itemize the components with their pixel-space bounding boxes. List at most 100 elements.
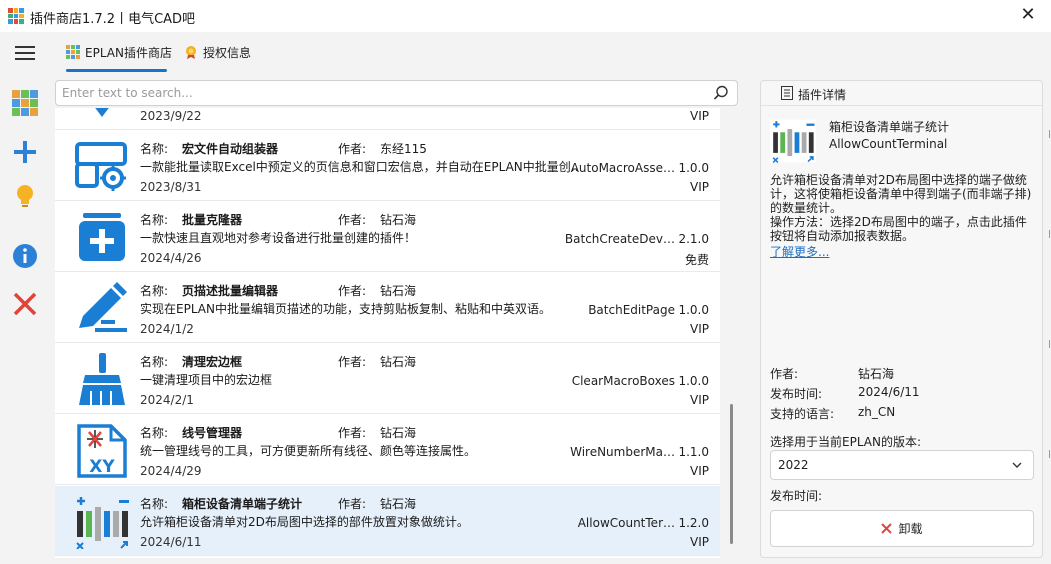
info-icon[interactable] — [11, 242, 39, 270]
author-label: 作者: — [338, 426, 367, 440]
pen-edit-icon — [79, 282, 127, 332]
plugin-version: 2.1.0 — [678, 232, 709, 246]
download-arrow-icon — [95, 108, 109, 117]
learn-more-link[interactable]: 了解更多... — [770, 243, 829, 260]
detail-plugin-class: AllowCountTerminal — [829, 137, 948, 151]
plugin-date: 2024/4/26 — [140, 251, 202, 265]
plugin-row[interactable]: 名称: 宏文件自动组装器 作者: 东经115 一款能批量读取Excel中预定义的… — [55, 131, 720, 201]
plugin-author: 钻石海 — [380, 213, 417, 227]
plugin-license: 免费 — [684, 253, 709, 267]
active-tab-indicator — [66, 69, 167, 72]
broom-icon — [79, 353, 125, 405]
tab-plugin-store[interactable]: EPLAN插件商店 — [66, 32, 172, 72]
plugin-version: 1.0.0 — [678, 161, 709, 175]
plugin-class: ClearMacroBoxes — [571, 374, 675, 388]
plugin-store-icon[interactable] — [11, 89, 39, 117]
plugin-description: 一款快速且直观地对参考设备进行批量创建的插件！ — [140, 231, 417, 245]
detail-plugin-icon — [770, 119, 816, 163]
detail-language-label: 支持的语言: — [770, 407, 835, 421]
clone-add-icon — [79, 213, 125, 261]
document-icon — [781, 86, 793, 100]
plugin-date: 2023/8/31 — [140, 180, 202, 194]
plugin-date: 2024/1/2 — [140, 322, 194, 336]
tab-bar: EPLAN插件商店 授权信息 — [50, 32, 1051, 72]
detail-header: 插件详情 — [761, 81, 1042, 106]
detail-release-date: 2024/6/11 — [858, 385, 920, 399]
panel-scrollbar[interactable] — [1046, 80, 1051, 558]
tab-license-info[interactable]: 授权信息 — [184, 32, 251, 72]
menu-icon[interactable] — [15, 46, 35, 60]
plugin-license: VIP — [690, 393, 709, 407]
plugin-class: AllowCountTer… — [577, 516, 675, 530]
author-label: 作者: — [338, 142, 367, 156]
medal-icon — [186, 46, 196, 59]
chevron-down-icon — [1012, 462, 1022, 468]
plugin-class: WireNumberMa… — [570, 445, 675, 459]
detail-header-title: 插件详情 — [798, 88, 847, 102]
plugin-name: 页描述批量编辑器 — [182, 284, 279, 298]
name-label: 名称: — [140, 355, 169, 369]
detail-description: 允许箱柜设备清单对2D布局图中选择的端子做统计，这将使箱柜设备清单中得到端子(而… — [770, 173, 1032, 243]
search-icon[interactable] — [713, 85, 729, 101]
plugin-date: 2024/6/11 — [140, 535, 202, 549]
plugin-row[interactable]: XY 名称: 线号管理器 作者: 钻石海 统一管理线号的工具，可方便更新所有线径… — [55, 415, 720, 485]
add-icon[interactable] — [11, 138, 39, 166]
plugin-license: VIP — [690, 109, 709, 123]
publish-time-label: 发布时间: — [770, 489, 823, 503]
plugin-class: AutoMacroAsse… — [570, 161, 675, 175]
plugin-row[interactable]: 名称: 页描述批量编辑器 作者: 钻石海 实现在EPLAN中批量编辑页描述的功能… — [55, 273, 720, 343]
version-select[interactable]: 2022 — [770, 450, 1034, 480]
plugin-row-selected[interactable]: 名称: 箱柜设备清单端子统计 作者: 钻石海 允许箱柜设备清单对2D布局图中选择… — [55, 486, 720, 556]
window-title: 插件商店1.7.2丨电气CAD吧 — [30, 12, 196, 27]
name-label: 名称: — [140, 213, 169, 227]
plugin-description: 一键清理项目中的宏边框 — [140, 373, 273, 387]
plugin-license: VIP — [690, 464, 709, 478]
author-label: 作者: — [338, 213, 367, 227]
name-label: 名称: — [140, 142, 169, 156]
delete-icon[interactable] — [11, 290, 39, 318]
plugin-author: 钻石海 — [380, 284, 417, 298]
grid-icon — [66, 45, 80, 59]
name-label: 名称: — [140, 284, 169, 298]
plugin-version: 1.2.0 — [678, 516, 709, 530]
plugin-name: 宏文件自动组装器 — [182, 142, 279, 156]
plugin-row[interactable]: 名称: 清理宏边框 作者: 钻石海 一键清理项目中的宏边框 ClearMacro… — [55, 344, 720, 414]
plugin-description: 允许箱柜设备清单对2D布局图中选择的部件放置对象做统计。 — [140, 515, 469, 529]
version-select-label: 选择用于当前EPLAN的版本: — [770, 435, 922, 449]
plugin-version: 1.1.0 — [678, 445, 709, 459]
plugin-version: 1.0.0 — [678, 303, 709, 317]
name-label: 名称: — [140, 426, 169, 440]
detail-author-label: 作者: — [770, 367, 799, 381]
lightbulb-icon[interactable] — [11, 182, 39, 210]
plugin-license: VIP — [690, 180, 709, 194]
uninstall-label: 卸载 — [898, 522, 923, 536]
left-toolbar — [0, 32, 50, 564]
plugin-row[interactable]: 名称: 批量克隆器 作者: 钻石海 一款快速且直观地对参考设备进行批量创建的插件… — [55, 202, 720, 272]
svg-text:XY: XY — [89, 457, 115, 477]
version-select-value: 2022 — [778, 458, 809, 472]
search-input[interactable] — [62, 84, 702, 102]
plugin-description: 实现在EPLAN中批量编辑页描述的功能，支持剪贴板复制、粘贴和中英双语。 — [140, 302, 551, 316]
plugin-description: 一款能批量读取Excel中预定义的页信息和窗口宏信息，并自动在EPLAN中批量创… — [140, 160, 578, 174]
plugin-row[interactable]: 2023/9/22 VIP — [55, 108, 720, 130]
plugin-date: 2024/4/29 — [140, 464, 202, 478]
uninstall-button[interactable]: 卸载 — [770, 510, 1034, 547]
plugin-class: BatchEditPage — [588, 303, 675, 317]
plugin-author: 东经115 — [380, 142, 427, 156]
plugin-list: 2023/9/22 VIP 名称: 宏文件自动组装器 作者: 东经115 一款能… — [55, 108, 720, 558]
plugin-author: 钻石海 — [380, 497, 417, 511]
plugin-name: 箱柜设备清单端子统计 — [182, 497, 303, 511]
close-icon — [881, 523, 893, 534]
plugin-description: 统一管理线号的工具，可方便更新所有线径、颜色等连接属性。 — [140, 444, 477, 458]
plugin-author: 钻石海 — [380, 426, 417, 440]
list-scrollbar[interactable] — [727, 108, 735, 558]
plugin-version: 1.0.0 — [678, 374, 709, 388]
wire-number-icon: XY — [77, 424, 127, 478]
detail-release-label: 发布时间: — [770, 387, 823, 401]
tab-license-info-label: 授权信息 — [203, 45, 252, 60]
close-window-button[interactable]: ✕ — [1005, 0, 1051, 32]
detail-plugin-name: 箱柜设备清单端子统计 — [829, 120, 950, 134]
name-label: 名称: — [140, 497, 169, 511]
search-box — [55, 80, 738, 106]
list-scrollbar-thumb[interactable] — [730, 404, 733, 544]
